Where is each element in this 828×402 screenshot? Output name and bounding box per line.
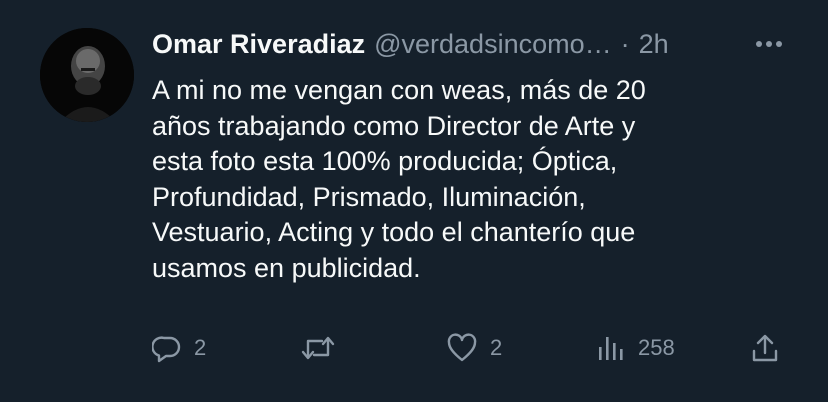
like-button[interactable]: 2 <box>446 328 502 368</box>
more-options-button[interactable] <box>750 30 790 60</box>
author-name[interactable]: Omar Riveradiaz <box>152 22 365 66</box>
avatar[interactable] <box>40 28 134 122</box>
retweet-button[interactable] <box>300 328 348 368</box>
author-handle[interactable]: @verdadsincomo… <box>374 22 612 66</box>
separator-dot: · <box>620 29 630 59</box>
like-count: 2 <box>490 335 503 360</box>
more-icon <box>750 30 790 60</box>
reply-button[interactable]: 2 <box>152 328 206 368</box>
views-button[interactable]: 258 <box>596 328 675 368</box>
reply-count: 2 <box>194 335 207 360</box>
tweet[interactable]: Omar Riveradiaz @verdadsincomo… · 2h A m… <box>0 0 828 402</box>
share-icon <box>750 333 780 363</box>
reply-icon <box>152 333 182 363</box>
retweet-icon <box>300 333 336 363</box>
tweet-text: A mi no me vengan con weas, más de 20 añ… <box>152 75 646 283</box>
avatar-image <box>40 28 134 122</box>
tweet-header: Omar Riveradiaz @verdadsincomo… · 2h <box>152 22 792 66</box>
views-count: 258 <box>638 335 675 360</box>
tweet-content: Omar Riveradiaz @verdadsincomo… · 2h A m… <box>152 22 792 286</box>
views-icon <box>596 333 626 363</box>
heart-icon <box>446 333 478 363</box>
tweet-actions: 2 2 258 <box>0 328 828 368</box>
timestamp[interactable]: 2h <box>639 22 669 66</box>
share-button[interactable] <box>750 328 780 368</box>
